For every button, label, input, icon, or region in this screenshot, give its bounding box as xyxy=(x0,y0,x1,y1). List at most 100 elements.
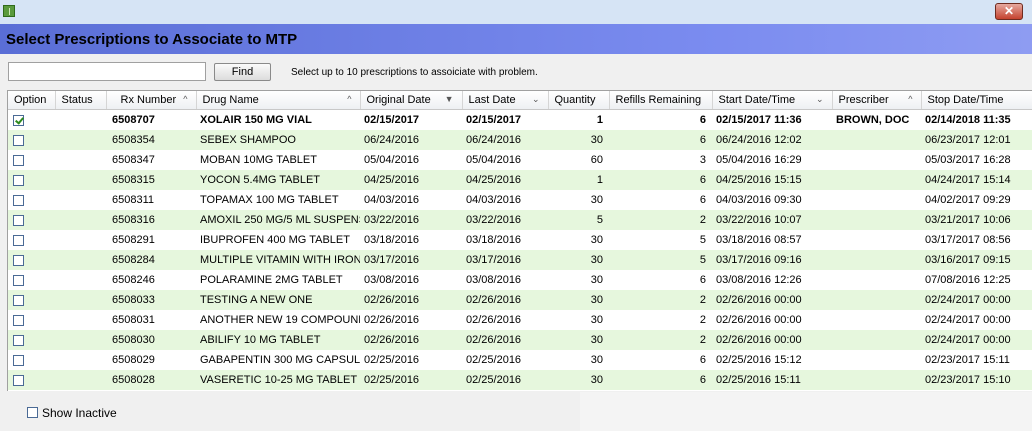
cell-last: 03/17/2016 xyxy=(462,250,548,270)
cell-stop: 02/23/2017 15:10 xyxy=(921,370,1032,390)
cell-prescriber xyxy=(832,270,921,290)
cell-rx: 6508291 xyxy=(106,230,196,250)
row-checkbox[interactable] xyxy=(13,254,24,266)
cell-rx: 6508246 xyxy=(106,270,196,290)
option-cell xyxy=(8,370,55,390)
table-row[interactable]: 6508347 MOBAN 10MG TABLET 05/04/2016 05/04/… xyxy=(8,150,1032,170)
column-header-refills-remaining[interactable]: Refills Remaining xyxy=(609,91,713,110)
column-header-quantity[interactable]: Quantity xyxy=(548,91,610,110)
cell-qty: 30 xyxy=(548,270,609,290)
row-checkbox[interactable] xyxy=(13,374,24,386)
cell-stop: 05/03/2017 16:28 xyxy=(921,150,1032,170)
option-cell xyxy=(8,290,55,310)
row-checkbox[interactable] xyxy=(13,214,24,226)
table-row[interactable]: 6508029 GABAPENTIN 300 MG CAPSULE 02/25/20… xyxy=(8,350,1032,370)
column-header-status[interactable]: Status xyxy=(55,91,107,110)
cell-last: 04/03/2016 xyxy=(462,190,548,210)
table-row[interactable]: 6508316 AMOXIL 250 MG/5 ML SUSPENSI 03/22/… xyxy=(8,210,1032,230)
table-row[interactable]: 6508354 SEBEX SHAMPOO 06/24/2016 06/24/2016… xyxy=(8,130,1032,150)
table-row[interactable]: 6508284 MULTIPLE VITAMIN WITH IRON 03/17/2… xyxy=(8,250,1032,270)
cell-start: 02/25/2016 15:12 xyxy=(712,350,832,370)
row-checkbox[interactable] xyxy=(13,274,24,286)
column-header-label: Drug Name xyxy=(202,94,259,106)
column-header-label: Original Date xyxy=(366,94,431,106)
cell-start: 03/17/2016 09:16 xyxy=(712,250,832,270)
table-row[interactable]: 6508246 POLARAMINE 2MG TABLET 03/08/2016 03… xyxy=(8,270,1032,290)
prescriptions-table: Option Status Rx Number ^ Drug Name ^ Original… xyxy=(8,91,1032,390)
column-header-drug-name[interactable]: Drug Name ^ xyxy=(196,91,361,110)
cell-rx: 6508029 xyxy=(106,350,196,370)
cell-orig: 02/26/2016 xyxy=(360,330,462,350)
column-header-prescriber[interactable]: Prescriber ^ xyxy=(832,91,922,110)
sort-arrow-icon: ▼ xyxy=(444,94,454,104)
cell-start: 03/22/2016 10:07 xyxy=(712,210,832,230)
row-checkbox[interactable] xyxy=(13,314,24,326)
search-input[interactable] xyxy=(8,62,206,81)
cell-status xyxy=(55,230,106,250)
sort-arrow-icon: ^ xyxy=(908,94,913,104)
cell-orig: 03/08/2016 xyxy=(360,270,462,290)
column-header-start-date-time[interactable]: Start Date/Time ⌄ xyxy=(712,91,833,110)
prescriptions-grid[interactable]: Option Status Rx Number ^ Drug Name ^ Original… xyxy=(7,90,1032,391)
cell-rx: 6508707 xyxy=(106,109,196,130)
cell-rx: 6508033 xyxy=(106,290,196,310)
row-checkbox[interactable] xyxy=(13,134,24,146)
cell-qty: 30 xyxy=(548,350,609,370)
cell-last: 02/26/2016 xyxy=(462,310,548,330)
cell-last: 03/18/2016 xyxy=(462,230,548,250)
find-button[interactable]: Find xyxy=(214,63,271,81)
column-header-original-date[interactable]: Original Date ▼ xyxy=(360,91,463,110)
cell-status xyxy=(55,109,106,130)
cell-status xyxy=(55,130,106,150)
table-row[interactable]: 6508291 IBUPROFEN 400 MG TABLET 03/18/2016… xyxy=(8,230,1032,250)
cell-status xyxy=(55,310,106,330)
cell-refills: 6 xyxy=(609,270,712,290)
close-button[interactable]: ✕ xyxy=(995,3,1023,20)
table-row[interactable]: 6508315 YOCON 5.4MG TABLET 04/25/2016 04/25… xyxy=(8,170,1032,190)
title-bar: ✕ xyxy=(0,0,1032,24)
cell-orig: 03/17/2016 xyxy=(360,250,462,270)
table-row[interactable]: 6508707 XOLAIR 150 MG VIAL 02/15/2017 02/15… xyxy=(8,109,1032,130)
cell-status xyxy=(55,370,106,390)
table-row[interactable]: 6508030 ABILIFY 10 MG TABLET 02/26/2016 02/… xyxy=(8,330,1032,350)
dialog-header: Select Prescriptions to Associate to MTP xyxy=(0,24,1032,54)
cell-drug: MULTIPLE VITAMIN WITH IRON xyxy=(196,250,360,270)
cell-prescriber xyxy=(832,250,921,270)
option-cell xyxy=(8,210,55,230)
cell-rx: 6508030 xyxy=(106,330,196,350)
cell-refills: 2 xyxy=(609,290,712,310)
column-header-stop-date-time[interactable]: Stop Date/Time⌄ xyxy=(921,91,1032,110)
row-checkbox[interactable] xyxy=(13,154,24,166)
cell-refills: 5 xyxy=(609,230,712,250)
show-inactive-checkbox[interactable] xyxy=(27,407,38,418)
row-checkbox[interactable] xyxy=(13,294,24,306)
column-header-option[interactable]: Option xyxy=(8,91,56,110)
row-checkbox[interactable] xyxy=(13,334,24,346)
book-icon xyxy=(3,5,15,17)
cell-refills: 6 xyxy=(609,109,712,130)
row-checkbox[interactable] xyxy=(13,114,24,126)
cell-stop: 04/24/2017 15:14 xyxy=(921,170,1032,190)
cell-rx: 6508347 xyxy=(106,150,196,170)
row-checkbox[interactable] xyxy=(13,234,24,246)
cell-refills: 5 xyxy=(609,250,712,270)
cell-drug: XOLAIR 150 MG VIAL xyxy=(196,109,360,130)
cell-start: 03/18/2016 08:57 xyxy=(712,230,832,250)
cell-prescriber xyxy=(832,350,921,370)
row-checkbox[interactable] xyxy=(13,174,24,186)
cell-orig: 03/22/2016 xyxy=(360,210,462,230)
row-checkbox[interactable] xyxy=(13,194,24,206)
row-checkbox[interactable] xyxy=(13,354,24,366)
table-row[interactable]: 6508031 ANOTHER NEW 19 COMPOUND 02/26/2016… xyxy=(8,310,1032,330)
cell-prescriber xyxy=(832,170,921,190)
table-row[interactable]: 6508028 VASERETIC 10-25 MG TABLET 02/25/20… xyxy=(8,370,1032,390)
cell-refills: 3 xyxy=(609,150,712,170)
column-header-rx-number[interactable]: Rx Number ^ xyxy=(106,91,197,110)
cell-prescriber xyxy=(832,290,921,310)
cell-qty: 30 xyxy=(548,290,609,310)
table-row[interactable]: 6508033 TESTING A NEW ONE 02/26/2016 02/26/… xyxy=(8,290,1032,310)
column-header-last-date[interactable]: Last Date ⌄ xyxy=(462,91,549,110)
cell-last: 02/26/2016 xyxy=(462,290,548,310)
table-row[interactable]: 6508311 TOPAMAX 100 MG TABLET 04/03/2016 04… xyxy=(8,190,1032,210)
cell-stop: 02/23/2017 15:11 xyxy=(921,350,1032,370)
